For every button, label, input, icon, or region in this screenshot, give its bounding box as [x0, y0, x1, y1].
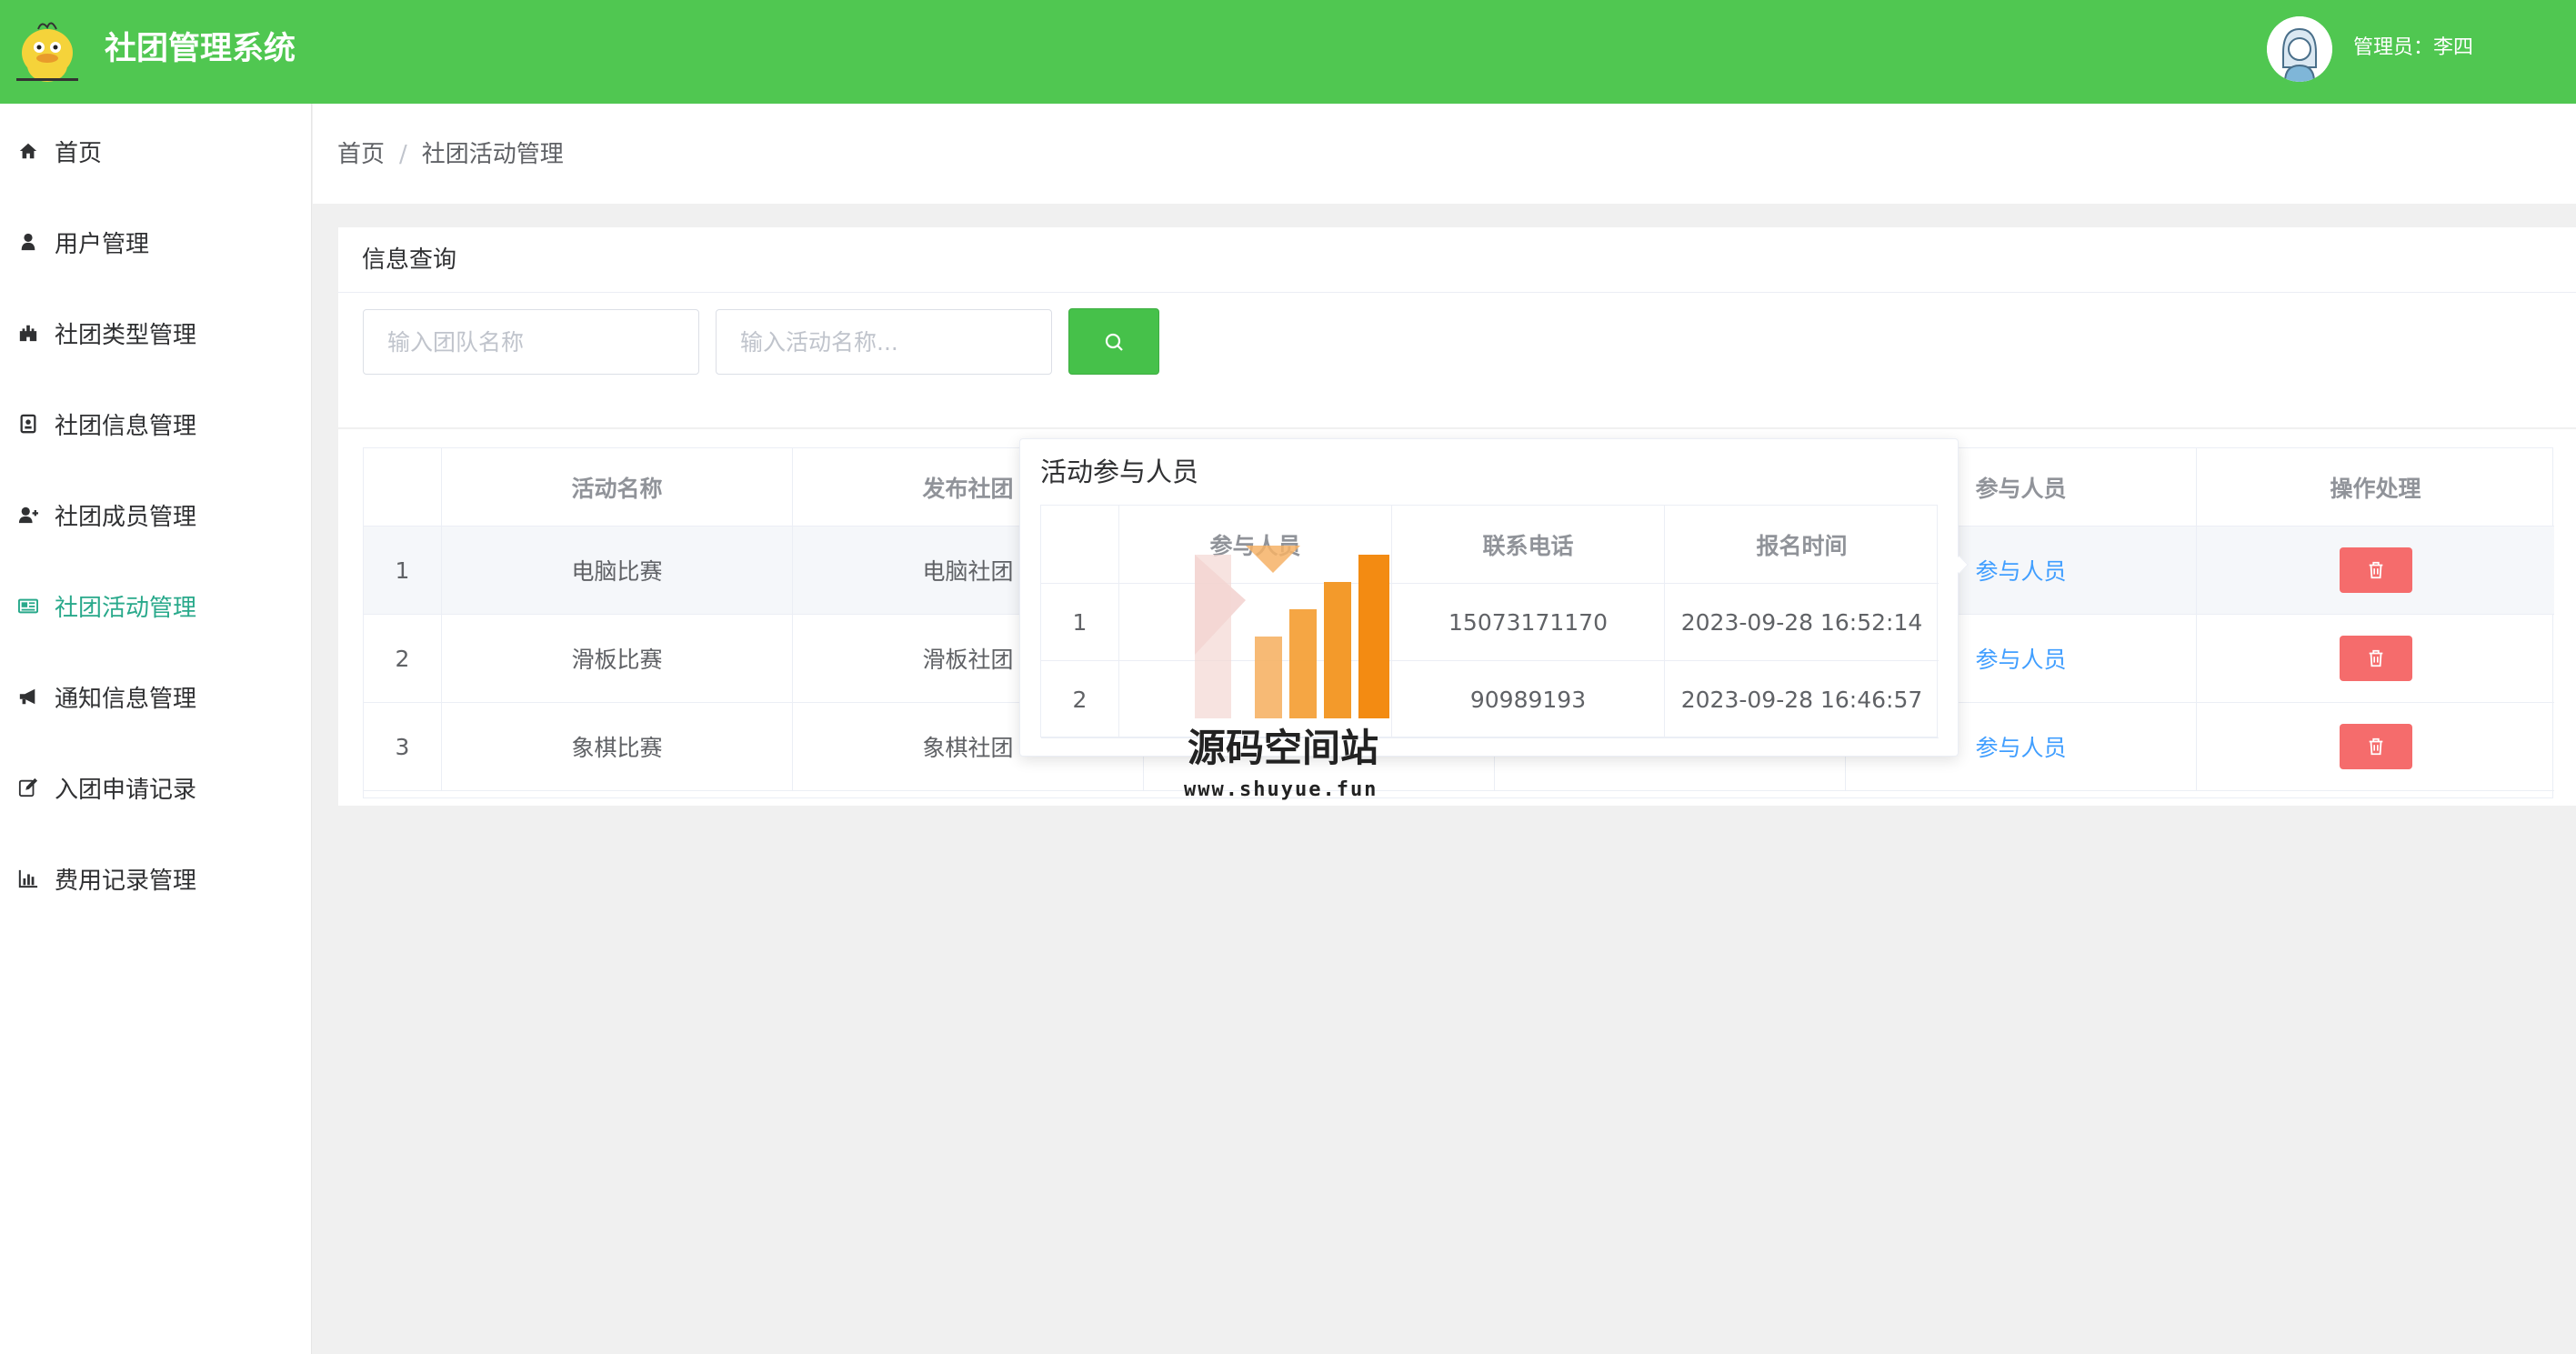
header-actions: 操作处理 — [2197, 448, 2554, 527]
sidebar-item-notices[interactable]: 通知信息管理 — [0, 651, 312, 742]
row-actions — [2197, 615, 2554, 702]
sidebar-item-label: 社团成员管理 — [55, 503, 197, 531]
breadcrumb-bar: 首页 / 社团活动管理 — [313, 104, 2576, 204]
row-actions — [2197, 527, 2554, 614]
participants-table: 参与人员 联系电话 报名时间 1 15073171170 2023-09-28 … — [1040, 505, 1939, 738]
activity-name-input[interactable] — [716, 309, 1052, 375]
sidebar-item-label: 社团活动管理 — [55, 594, 197, 622]
user-label: 管理员：李四 — [2353, 36, 2474, 59]
watermark-name: 源码空间站 — [1188, 726, 1379, 770]
home-icon — [16, 139, 40, 163]
newspaper-icon — [16, 594, 40, 617]
breadcrumb-home[interactable]: 首页 — [337, 141, 385, 168]
user-icon — [16, 230, 40, 254]
sidebar-item-label: 社团信息管理 — [55, 412, 197, 440]
row-index: 3 — [364, 703, 442, 790]
header-person: 参与人员 — [1119, 506, 1392, 584]
user-avatar[interactable] — [2267, 16, 2332, 82]
top-header: 社团管理系统 管理员：李四 — [0, 0, 2576, 104]
row-person — [1119, 584, 1392, 660]
logo-duck-icon — [7, 13, 87, 85]
sidebar-item-home[interactable]: 首页 — [0, 105, 312, 196]
sidebar-item-join-requests[interactable]: 入团申请记录 — [0, 742, 312, 833]
row-phone: 15073171170 — [1392, 584, 1665, 660]
table-row: 1 15073171170 2023-09-28 16:52:14 — [1041, 584, 1939, 661]
bullhorn-icon — [16, 685, 40, 708]
sidebar-item-club-types[interactable]: 社团类型管理 — [0, 287, 312, 378]
row-activity-name: 滑板比赛 — [442, 615, 793, 702]
app-title: 社团管理系统 — [105, 31, 296, 67]
trash-icon — [2369, 649, 2382, 667]
sidebar-item-label: 首页 — [55, 139, 103, 167]
header-activity-name: 活动名称 — [442, 448, 793, 527]
sidebar-item-club-members[interactable]: 社团成员管理 — [0, 469, 312, 560]
row-phone: 90989193 — [1392, 661, 1665, 737]
header-signup-time: 报名时间 — [1665, 506, 1939, 584]
row-activity-name: 象棋比赛 — [442, 703, 793, 790]
search-card: 信息查询 — [338, 227, 2576, 427]
breadcrumb: 首页 / 社团活动管理 — [337, 138, 564, 171]
sidebar-item-club-info[interactable]: 社团信息管理 — [0, 378, 312, 469]
search-card-title: 信息查询 — [362, 246, 457, 274]
castle-icon — [16, 321, 40, 345]
sidebar-item-label: 用户管理 — [55, 230, 150, 258]
row-signup-time: 2023-09-28 16:46:57 — [1680, 686, 1923, 713]
sidebar-item-label: 费用记录管理 — [55, 867, 197, 895]
team-name-input[interactable] — [363, 309, 699, 375]
delete-button[interactable] — [2339, 724, 2412, 769]
search-icon — [1105, 333, 1123, 351]
row-index: 2 — [364, 615, 442, 702]
trash-icon — [2369, 737, 2382, 756]
breadcrumb-separator: / — [399, 141, 407, 168]
header-phone: 联系电话 — [1392, 506, 1665, 584]
table-row: 2 90989193 2023-09-28 16:46:57 — [1041, 661, 1939, 738]
participants-link[interactable]: 参与人员 — [1975, 554, 2066, 587]
sidebar-item-club-activities[interactable]: 社团活动管理 — [0, 560, 312, 651]
breadcrumb-current: 社团活动管理 — [421, 141, 564, 168]
row-index: 1 — [1041, 584, 1119, 660]
id-card-icon — [16, 412, 40, 436]
user-plus-icon — [16, 503, 40, 527]
sidebar-item-label: 社团类型管理 — [55, 321, 197, 349]
row-index: 2 — [1041, 661, 1119, 737]
participants-popover: 活动参与人员 参与人员 联系电话 报名时间 1 15073171170 2023… — [1019, 438, 1959, 757]
delete-button[interactable] — [2339, 547, 2412, 593]
sidebar: 首页 用户管理 社团类型管理 社团信息管理 社团成员管理 社团活动管理 通知信息… — [0, 104, 312, 1354]
popover-title: 活动参与人员 — [1040, 456, 1199, 487]
participants-link[interactable]: 参与人员 — [1975, 642, 2066, 675]
sidebar-item-users[interactable]: 用户管理 — [0, 196, 312, 287]
search-card-header: 信息查询 — [338, 227, 2576, 293]
sidebar-item-label: 通知信息管理 — [55, 685, 197, 713]
bar-chart-icon — [16, 867, 40, 890]
search-button[interactable] — [1068, 308, 1159, 375]
header-index — [1041, 506, 1119, 584]
header-index — [364, 448, 442, 527]
sidebar-item-fee-records[interactable]: 费用记录管理 — [0, 833, 312, 924]
edit-icon — [16, 776, 40, 799]
row-index: 1 — [364, 527, 442, 614]
row-actions — [2197, 703, 2554, 790]
sidebar-item-label: 入团申请记录 — [55, 776, 197, 804]
row-signup-time: 2023-09-28 16:52:14 — [1680, 608, 1923, 636]
delete-button[interactable] — [2339, 636, 2412, 681]
row-activity-name: 电脑比赛 — [442, 527, 793, 614]
trash-icon — [2369, 561, 2382, 579]
watermark-url: www.shuyue.fun — [1184, 778, 1378, 801]
participants-link[interactable]: 参与人员 — [1975, 730, 2066, 763]
